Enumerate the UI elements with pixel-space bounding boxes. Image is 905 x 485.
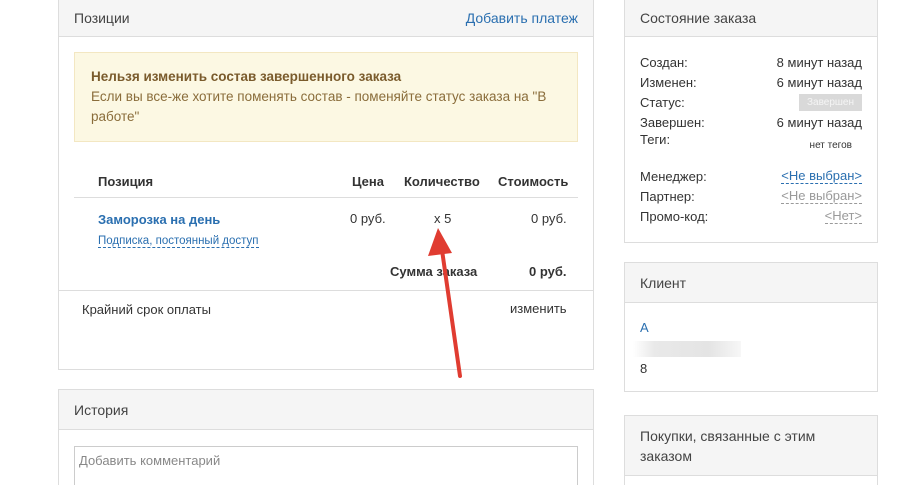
status-row: Статус: Завершен: [640, 92, 862, 112]
item-cost: 0 руб.: [531, 211, 567, 226]
comment-input[interactable]: Добавить комментарий: [74, 446, 578, 485]
total-divider: [59, 290, 593, 291]
related-purchases-title: Покупки, связанные с этим заказом: [640, 427, 816, 464]
alert-body: Если вы все-же хотите поменять состав - …: [91, 89, 547, 124]
locked-order-alert: Нельзя изменить состав завершенного зака…: [74, 52, 578, 142]
completed-value: 6 минут назад: [776, 114, 862, 130]
changed-row: Изменен: 6 минут назад: [640, 72, 862, 92]
promo-row: Промо-код: <Нет>: [640, 206, 862, 226]
history-panel: История Добавить комментарий: [58, 389, 594, 485]
related-purchases-header: Покупки, связанные с этим заказом: [625, 416, 877, 476]
item-quantity: x 5: [434, 211, 452, 226]
payment-deadline-label: Крайний срок оплаты: [82, 302, 211, 317]
client-name-link[interactable]: А: [640, 320, 649, 335]
promo-label: Промо-код:: [640, 208, 709, 224]
tags-value[interactable]: нет тегов: [810, 140, 852, 151]
change-deadline-link[interactable]: изменить: [510, 301, 567, 316]
client-header: Клиент: [625, 263, 877, 303]
positions-header: Позиции Добавить платеж: [59, 0, 593, 37]
header-divider: [74, 197, 578, 198]
alert-title: Нельзя изменить состав завершенного зака…: [91, 69, 402, 84]
order-total-label: Сумма заказа: [390, 264, 478, 279]
manager-label: Менеджер:: [640, 168, 707, 184]
column-header-quantity: Количество: [404, 174, 480, 189]
created-label: Создан:: [640, 54, 688, 70]
positions-panel: Позиции Добавить платеж Нельзя изменить …: [58, 0, 594, 370]
history-title: История: [74, 401, 129, 418]
tags-label: Теги:: [640, 132, 671, 147]
partner-select[interactable]: <Не выбран>: [781, 188, 862, 204]
manager-row: Менеджер: <Не выбран>: [640, 166, 862, 186]
related-purchases-panel: Покупки, связанные с этим заказом: [624, 415, 878, 485]
redacted-client-info: [633, 341, 741, 357]
created-value: 8 минут назад: [776, 54, 862, 70]
client-title: Клиент: [640, 274, 687, 291]
status-badge[interactable]: Завершен: [798, 93, 862, 111]
order-status-title: Состояние заказа: [640, 9, 757, 26]
manager-select[interactable]: <Не выбран>: [781, 168, 862, 184]
column-header-cost: Стоимость: [498, 174, 569, 189]
order-total-value: 0 руб.: [529, 264, 567, 279]
client-extra: 8: [640, 361, 648, 376]
client-panel: Клиент А 8: [624, 262, 878, 392]
item-name-link[interactable]: Заморозка на день: [98, 212, 220, 227]
partner-label: Партнер:: [640, 188, 695, 204]
column-header-price: Цена: [352, 174, 384, 189]
item-price: 0 руб.: [350, 211, 386, 226]
partner-row: Партнер: <Не выбран>: [640, 186, 862, 206]
add-payment-link[interactable]: Добавить платеж: [466, 10, 578, 26]
status-label: Статус:: [640, 94, 685, 110]
order-status-header: Состояние заказа: [625, 0, 877, 37]
column-header-position: Позиция: [98, 174, 154, 189]
completed-label: Завершен:: [640, 114, 705, 130]
completed-row: Завершен: 6 минут назад: [640, 112, 862, 132]
created-row: Создан: 8 минут назад: [640, 52, 862, 72]
item-subtitle-wrap: Подписка, постоянный доступ: [98, 232, 259, 248]
item-subtitle-link[interactable]: Подписка, постоянный доступ: [98, 235, 259, 248]
changed-label: Изменен:: [640, 74, 697, 90]
tags-row: Теги: нет тегов: [640, 132, 862, 152]
positions-title: Позиции: [74, 9, 130, 26]
history-header: История: [59, 390, 593, 430]
order-status-panel: Состояние заказа Создан: 8 минут назад И…: [624, 0, 878, 243]
promo-select[interactable]: <Нет>: [824, 208, 862, 224]
changed-value: 6 минут назад: [776, 74, 862, 90]
